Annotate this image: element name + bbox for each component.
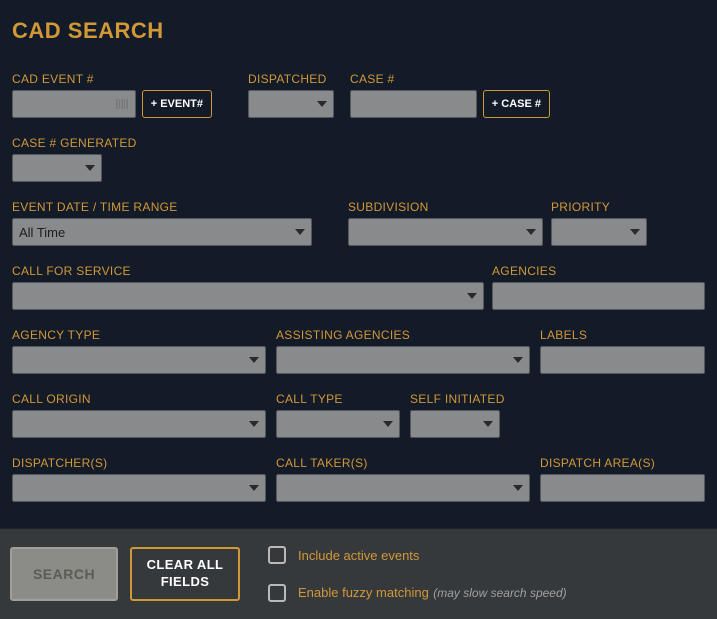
priority-select[interactable] xyxy=(551,218,647,246)
case-generated-select[interactable] xyxy=(12,154,102,182)
chevron-down-icon xyxy=(85,165,95,171)
call-takers-label: CALL TAKER(S) xyxy=(276,456,530,470)
event-date-value: All Time xyxy=(19,225,65,240)
dispatched-select[interactable] xyxy=(248,90,334,118)
call-type-label: CALL TYPE xyxy=(276,392,400,406)
call-for-service-label: CALL FOR SERVICE xyxy=(12,264,484,278)
labels-field-label: LABELS xyxy=(540,328,705,342)
chevron-down-icon xyxy=(249,421,259,427)
case-num-label: CASE # xyxy=(350,72,550,86)
clear-all-button[interactable]: CLEAR ALL FIELDS xyxy=(130,547,240,601)
self-initiated-select[interactable] xyxy=(410,410,500,438)
event-date-label: EVENT DATE / TIME RANGE xyxy=(12,200,312,214)
call-for-service-select[interactable] xyxy=(12,282,484,310)
include-active-checkbox[interactable] xyxy=(268,546,286,564)
chevron-down-icon xyxy=(513,357,523,363)
barcode-icon xyxy=(115,97,129,111)
chevron-down-icon xyxy=(513,485,523,491)
subdivision-label: SUBDIVISION xyxy=(348,200,543,214)
search-form: CAD EVENT # + EVENT# DISPATCHED CASE # xyxy=(0,54,717,522)
chevron-down-icon xyxy=(249,357,259,363)
chevron-down-icon xyxy=(526,229,536,235)
assisting-agencies-select[interactable] xyxy=(276,346,530,374)
chevron-down-icon xyxy=(317,101,327,107)
chevron-down-icon xyxy=(249,485,259,491)
agencies-label: AGENCIES xyxy=(492,264,705,278)
bottom-bar: SEARCH CLEAR ALL FIELDS Include active e… xyxy=(0,528,717,619)
call-origin-label: CALL ORIGIN xyxy=(12,392,266,406)
dispatched-label: DISPATCHED xyxy=(248,72,338,86)
agency-type-select[interactable] xyxy=(12,346,266,374)
case-num-input[interactable] xyxy=(350,90,477,118)
dispatchers-select[interactable] xyxy=(12,474,266,502)
subdivision-select[interactable] xyxy=(348,218,543,246)
search-button[interactable]: SEARCH xyxy=(10,547,118,601)
fuzzy-matching-label: Enable fuzzy matching xyxy=(298,585,429,600)
self-initiated-label: SELF INITIATED xyxy=(410,392,500,406)
chevron-down-icon xyxy=(467,293,477,299)
page-title: CAD SEARCH xyxy=(0,0,717,54)
case-generated-label: CASE # GENERATED xyxy=(12,136,102,150)
chevron-down-icon xyxy=(383,421,393,427)
assisting-agencies-label: ASSISTING AGENCIES xyxy=(276,328,530,342)
agencies-input[interactable] xyxy=(492,282,705,310)
fuzzy-matching-hint: (may slow search speed) xyxy=(433,586,566,600)
labels-input[interactable] xyxy=(540,346,705,374)
call-takers-select[interactable] xyxy=(276,474,530,502)
chevron-down-icon xyxy=(295,229,305,235)
add-event-button[interactable]: + EVENT# xyxy=(142,90,212,118)
chevron-down-icon xyxy=(630,229,640,235)
dispatch-areas-label: DISPATCH AREA(S) xyxy=(540,456,705,470)
cad-event-label: CAD EVENT # xyxy=(12,72,212,86)
dispatchers-label: DISPATCHER(S) xyxy=(12,456,266,470)
add-case-button[interactable]: + CASE # xyxy=(483,90,550,118)
fuzzy-matching-checkbox[interactable] xyxy=(268,584,286,602)
call-origin-select[interactable] xyxy=(12,410,266,438)
agency-type-label: AGENCY TYPE xyxy=(12,328,266,342)
dispatch-areas-input[interactable] xyxy=(540,474,705,502)
call-type-select[interactable] xyxy=(276,410,400,438)
include-active-label: Include active events xyxy=(298,548,419,563)
chevron-down-icon xyxy=(483,421,493,427)
cad-event-input[interactable] xyxy=(12,90,136,118)
event-date-select[interactable]: All Time xyxy=(12,218,312,246)
priority-label: PRIORITY xyxy=(551,200,647,214)
